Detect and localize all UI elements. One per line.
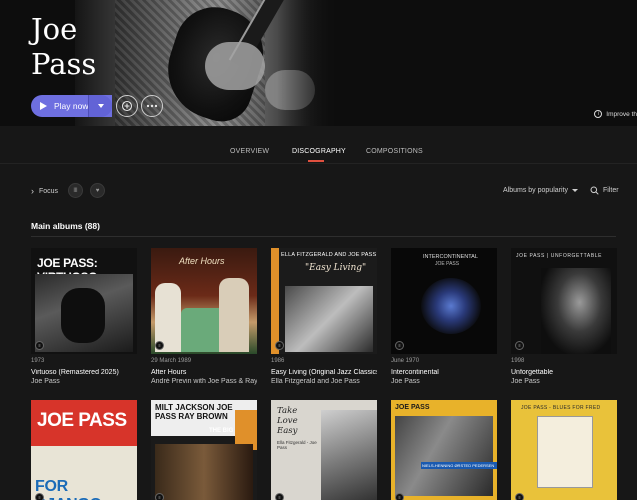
play-now-label: Play now [54,101,89,111]
divider [31,236,616,237]
cover-title: JOE PASS [395,404,430,411]
tab-compositions[interactable]: COMPOSITIONS [366,148,423,155]
album-date: 29 March 1989 [151,358,192,364]
album-cover[interactable]: INTERCONTINENTAL JOE PASS ≡ [391,248,497,354]
album-artist[interactable]: André Previn with Joe Pass & Ray B [151,378,257,385]
album-card[interactable]: JOE PASS: VIRTUOSO ≡ 1973 Virtuoso (Rema… [31,248,137,385]
album-artist[interactable]: Joe Pass [391,378,497,385]
chevron-down-icon [97,104,104,108]
active-tab-indicator [308,160,324,162]
album-artist[interactable]: Ella Fitzgerald and Joe Pass [271,378,377,385]
heart-icon: ♥ [95,187,100,194]
artist-name: Joe Pass [31,12,97,81]
tab-overview[interactable]: OVERVIEW [230,148,269,155]
cover-subtitle: THE BIG 3 [209,428,239,434]
add-to-library-button[interactable] [116,95,138,117]
cover-title: JOE PASS | UNFORGETTABLE [516,253,603,259]
quality-badge: ≡ [395,341,404,350]
album-cover[interactable]: MILT JACKSON JOE PASS RAY BROWN THE BIG … [151,400,257,500]
filter-instrument-button[interactable]: lll [68,183,83,198]
album-card[interactable]: JOE PASS NIELS-HENNING ØRSTED PEDERSEN ≡ [391,400,497,500]
more-icon [146,104,158,108]
album-cover[interactable]: After Hours ≡ [151,248,257,354]
album-cover[interactable]: JOE PASS NIELS-HENNING ØRSTED PEDERSEN ≡ [391,400,497,500]
quality-badge: ≡ [515,341,524,350]
info-icon: i [594,110,603,118]
album-card[interactable]: JOE PASS FOR DJANGO ≡ [31,400,137,500]
cover-title: ELLA FITZGERALD AND JOE PASS [281,252,377,258]
chevron-down-icon [571,189,578,192]
album-cover[interactable]: JOE PASS FOR DJANGO ≡ [31,400,137,500]
tab-discography[interactable]: DISCOGRAPHY [292,148,346,155]
album-date: 1998 [511,358,525,364]
filter-label: Filter [603,187,619,194]
quality-badge: ≡ [35,493,44,500]
play-options-button[interactable] [88,95,112,117]
cover-title: After Hours [179,256,225,266]
search-icon [590,186,599,195]
album-title[interactable]: Virtuoso (Remastered 2025) [31,369,137,376]
album-card[interactable]: After Hours ≡ 29 March 1989 After Hours … [151,248,257,385]
album-cover[interactable]: JOE PASS: VIRTUOSO ≡ [31,248,137,354]
album-cover[interactable]: JOE PASS | UNFORGETTABLE ≡ [511,248,617,354]
focus-label: Focus [39,187,59,195]
artist-photo [75,0,337,126]
quality-badge: ≡ [395,493,404,500]
album-card[interactable]: JOE PASS - BLUES FOR FRED ≡ [511,400,617,500]
improve-label: Improve th [606,110,637,118]
cover-subtitle: Ella Fitzgerald - Joe Pass [277,440,317,450]
album-cover[interactable]: JOE PASS - BLUES FOR FRED ≡ [511,400,617,500]
cover-subtitle: "Easy Living" [305,263,367,273]
focus-toggle[interactable]: › Focus [31,186,58,196]
album-artist[interactable]: Joe Pass [31,378,137,385]
album-card[interactable]: MILT JACKSON JOE PASS RAY BROWN THE BIG … [151,400,257,500]
cover-subtitle: JOE PASS [435,261,460,267]
cover-subtitle: NIELS-HENNING ØRSTED PEDERSEN [421,462,497,469]
add-favorite-icon [121,100,133,112]
sort-label: Albums by popularity [503,187,568,194]
improve-link[interactable]: i Improve th [594,110,637,118]
cover-subtitle: FOR DJANGO [35,478,102,500]
sort-dropdown[interactable]: Albums by popularity [503,187,578,194]
artist-hero: Joe Pass Play now i Improve th [0,0,637,126]
album-card[interactable]: INTERCONTINENTAL JOE PASS ≡ June 1970 In… [391,248,497,385]
tab-bar [0,126,637,164]
cover-title: INTERCONTINENTAL [423,254,478,260]
album-card[interactable]: ELLA FITZGERALD AND JOE PASS "Easy Livin… [271,248,377,385]
quality-badge: ≡ [275,493,284,500]
filter-favorites-button[interactable]: ♥ [90,183,105,198]
cover-title: JOE PASS - BLUES FOR FRED [521,405,601,411]
album-date: June 1970 [391,358,420,364]
album-card[interactable]: Take Love Easy Ella Fitzgerald - Joe Pas… [271,400,377,500]
play-icon [40,102,47,110]
album-title[interactable]: Intercontinental [391,369,497,376]
cover-title: Take Love Easy [277,406,298,436]
album-title[interactable]: After Hours [151,369,257,376]
album-title[interactable]: Unforgettable [511,369,617,376]
album-card[interactable]: JOE PASS | UNFORGETTABLE ≡ 1998 Unforget… [511,248,617,385]
album-cover[interactable]: Take Love Easy Ella Fitzgerald - Joe Pas… [271,400,377,500]
instrument-icon: lll [73,187,78,194]
album-date: 1986 [271,358,285,364]
cover-title: MILT JACKSON JOE PASS RAY BROWN [155,403,233,421]
more-options-button[interactable] [141,95,163,117]
chevron-right-icon: › [31,186,34,196]
quality-badge: ≡ [155,493,164,500]
album-date: 1973 [31,358,45,364]
album-artist[interactable]: Joe Pass [511,378,617,385]
album-cover[interactable]: ELLA FITZGERALD AND JOE PASS "Easy Livin… [271,248,377,354]
quality-badge: ≡ [515,493,524,500]
section-title: Main albums (88) [31,221,100,231]
quality-badge: ≡ [275,341,284,350]
album-title[interactable]: Easy Living (Original Jazz Classics R [271,369,377,376]
quality-badge: ≡ [155,341,164,350]
quality-badge: ≡ [35,341,44,350]
cover-title: JOE PASS [37,410,127,431]
filter-button[interactable]: Filter [590,186,619,195]
